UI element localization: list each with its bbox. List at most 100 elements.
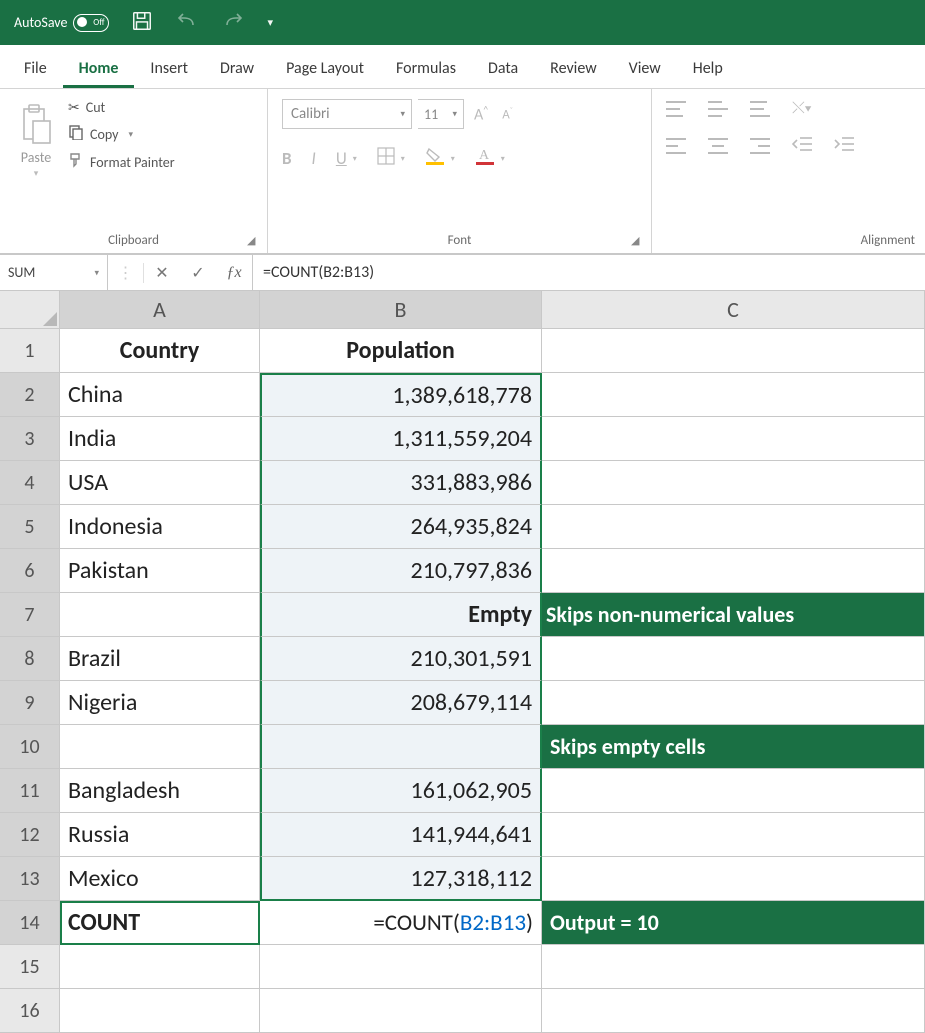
- cancel-button[interactable]: ✕: [144, 263, 180, 283]
- row-header[interactable]: 9: [0, 681, 60, 725]
- cell-B7[interactable]: Empty: [260, 593, 542, 637]
- cell-C8[interactable]: [542, 637, 925, 681]
- cell-B11[interactable]: 161,062,905: [260, 769, 542, 813]
- fill-color-button[interactable]: [425, 147, 445, 170]
- align-left-button[interactable]: [666, 138, 686, 154]
- row-header[interactable]: 4: [0, 461, 60, 505]
- formula-input[interactable]: =COUNT(B2:B13): [253, 255, 925, 290]
- cell-A10[interactable]: [60, 725, 260, 769]
- row-header[interactable]: 15: [0, 945, 60, 989]
- cell-C5[interactable]: [542, 505, 925, 549]
- row-header[interactable]: 14: [0, 901, 60, 945]
- align-top-button[interactable]: [666, 101, 686, 117]
- dialog-launcher-icon[interactable]: ◢: [631, 234, 645, 248]
- cell-C9[interactable]: [542, 681, 925, 725]
- dialog-launcher-icon[interactable]: ◢: [247, 234, 261, 248]
- cut-button[interactable]: ✂ Cut: [68, 99, 175, 116]
- select-all-corner[interactable]: [0, 291, 60, 328]
- tab-review[interactable]: Review: [534, 49, 613, 88]
- increase-font-icon[interactable]: A^: [470, 103, 492, 124]
- tab-view[interactable]: View: [613, 49, 677, 88]
- copy-button[interactable]: Copy ▾: [68, 124, 175, 144]
- cell-A13[interactable]: Mexico: [60, 857, 260, 901]
- format-painter-button[interactable]: Format Painter: [68, 152, 175, 172]
- cell-B13[interactable]: 127,318,112: [260, 857, 542, 901]
- save-icon[interactable]: [131, 10, 153, 36]
- cell-B14[interactable]: =COUNT(B2:B13): [260, 901, 542, 945]
- cell-B10[interactable]: [260, 725, 542, 769]
- row-header[interactable]: 1: [0, 329, 60, 373]
- cell-C1[interactable]: [542, 329, 925, 373]
- row-header[interactable]: 11: [0, 769, 60, 813]
- tab-file[interactable]: File: [8, 49, 63, 88]
- tab-formulas[interactable]: Formulas: [380, 49, 472, 88]
- tab-insert[interactable]: Insert: [134, 49, 204, 88]
- chevron-down-icon[interactable]: ▾: [451, 154, 455, 164]
- cell-B3[interactable]: 1,311,559,204: [260, 417, 542, 461]
- redo-icon[interactable]: [221, 11, 245, 35]
- cell-C10[interactable]: Skips empty cells: [542, 725, 925, 769]
- cell-B6[interactable]: 210,797,836: [260, 549, 542, 593]
- cell-C16[interactable]: [542, 989, 925, 1033]
- autosave-toggle[interactable]: AutoSave Off: [14, 14, 109, 32]
- cell-A2[interactable]: China: [60, 373, 260, 417]
- qat-customize-icon[interactable]: ▾: [267, 16, 273, 29]
- cell-A4[interactable]: USA: [60, 461, 260, 505]
- cell-C4[interactable]: [542, 461, 925, 505]
- row-header[interactable]: 12: [0, 813, 60, 857]
- cell-C15[interactable]: [542, 945, 925, 989]
- align-right-button[interactable]: [750, 138, 770, 154]
- cell-A7[interactable]: [60, 593, 260, 637]
- font-color-button[interactable]: A: [475, 147, 495, 170]
- cell-B12[interactable]: 141,944,641: [260, 813, 542, 857]
- align-bottom-button[interactable]: [750, 101, 770, 117]
- col-header-C[interactable]: C: [542, 291, 925, 328]
- cell-A9[interactable]: Nigeria: [60, 681, 260, 725]
- cell-A1[interactable]: Country: [60, 329, 260, 373]
- tab-page-layout[interactable]: Page Layout: [270, 49, 380, 88]
- italic-button[interactable]: I: [312, 148, 316, 169]
- cell-C12[interactable]: [542, 813, 925, 857]
- cell-B5[interactable]: 264,935,824: [260, 505, 542, 549]
- align-middle-button[interactable]: [708, 101, 728, 117]
- cell-B15[interactable]: [260, 945, 542, 989]
- cell-A3[interactable]: India: [60, 417, 260, 461]
- cell-C2[interactable]: [542, 373, 925, 417]
- row-header[interactable]: 7: [0, 593, 60, 637]
- cell-C6[interactable]: [542, 549, 925, 593]
- cell-A14[interactable]: COUNT: [60, 901, 260, 945]
- name-box[interactable]: SUM ▾: [0, 255, 108, 290]
- underline-button[interactable]: U: [336, 148, 347, 169]
- increase-indent-button[interactable]: [834, 136, 854, 156]
- cell-B16[interactable]: [260, 989, 542, 1033]
- col-header-A[interactable]: A: [60, 291, 260, 328]
- col-header-B[interactable]: B: [260, 291, 542, 328]
- insert-function-button[interactable]: ƒx: [216, 264, 252, 282]
- undo-icon[interactable]: [175, 11, 199, 35]
- decrease-indent-button[interactable]: [792, 136, 812, 156]
- borders-button[interactable]: [377, 147, 395, 170]
- tab-home[interactable]: Home: [63, 49, 135, 88]
- cell-C11[interactable]: [542, 769, 925, 813]
- row-header[interactable]: 8: [0, 637, 60, 681]
- cell-B2[interactable]: 1,389,618,778: [260, 373, 542, 417]
- cell-B4[interactable]: 331,883,986: [260, 461, 542, 505]
- tab-data[interactable]: Data: [472, 49, 534, 88]
- tab-help[interactable]: Help: [677, 49, 739, 88]
- cell-C13[interactable]: [542, 857, 925, 901]
- font-name-select[interactable]: Calibri ▾: [282, 99, 412, 129]
- tab-draw[interactable]: Draw: [204, 49, 270, 88]
- cell-A15[interactable]: [60, 945, 260, 989]
- row-header[interactable]: 2: [0, 373, 60, 417]
- paste-button[interactable]: Paste ▾: [14, 99, 58, 183]
- row-header[interactable]: 6: [0, 549, 60, 593]
- cell-B1[interactable]: Population: [260, 329, 542, 373]
- enter-button[interactable]: ✓: [180, 263, 216, 283]
- chevron-down-icon[interactable]: ▾: [353, 154, 357, 164]
- row-header[interactable]: 16: [0, 989, 60, 1033]
- cell-C14[interactable]: Output = 10: [542, 901, 925, 945]
- cell-C7[interactable]: Skips non-numerical values: [542, 593, 925, 637]
- align-center-button[interactable]: [708, 138, 728, 154]
- cell-A16[interactable]: [60, 989, 260, 1033]
- row-header[interactable]: 13: [0, 857, 60, 901]
